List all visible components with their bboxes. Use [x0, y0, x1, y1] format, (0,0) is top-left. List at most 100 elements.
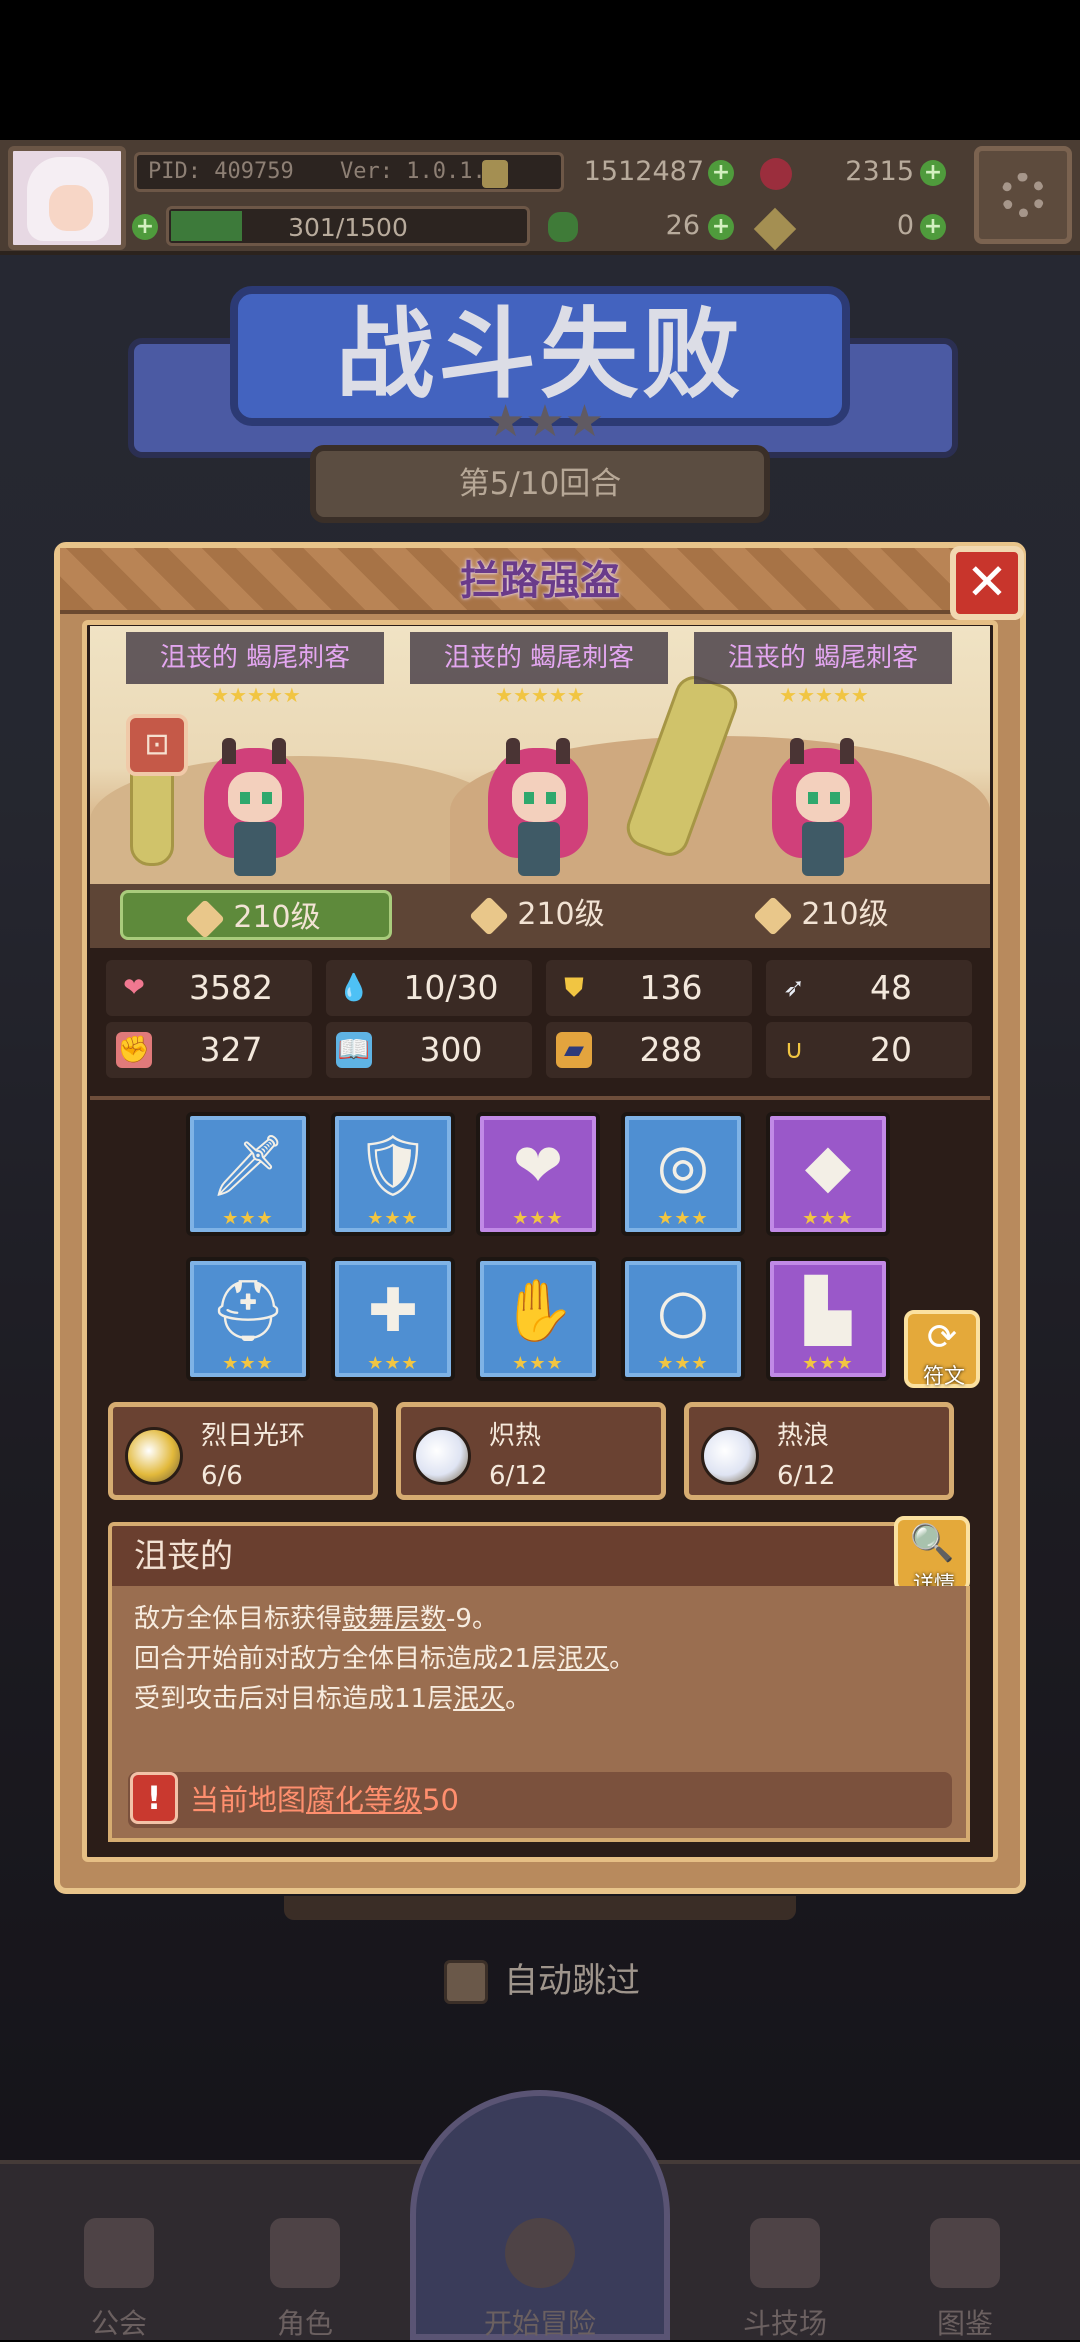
add-key-button[interactable]: + — [920, 214, 946, 240]
enemy-level-tab[interactable]: 210级 — [430, 890, 650, 940]
codex-icon — [930, 2218, 1000, 2288]
buff-name: 热浪 — [777, 1421, 830, 1451]
affix-line: 敌方全体目标获得鼓舞层数-9。 — [134, 1604, 498, 1634]
affix-title: 沮丧的 — [134, 1536, 233, 1575]
round-counter: 第5/10回合 — [310, 445, 770, 523]
gold-amount: 1512487 — [583, 156, 704, 187]
sword-icon: 🗡 — [209, 1131, 287, 1201]
equipment-stars: ★★★ — [367, 1353, 419, 1374]
keyword-link[interactable]: 泯灭 — [453, 1684, 505, 1714]
stat-magic: 📖 300 — [326, 1022, 532, 1078]
rune-swap-icon: ⟳ — [926, 1317, 958, 1358]
ring-icon: ○ — [656, 1276, 710, 1346]
buff-card[interactable]: 烈日光环 6/6 — [108, 1402, 378, 1500]
stat-hp: ❤ 3582 — [106, 960, 312, 1016]
armor-icon: ▰ — [556, 1032, 592, 1068]
equipment-slot[interactable]: ⛑ ★★★ — [186, 1257, 310, 1381]
horseshoe-icon: ∪ — [784, 1035, 804, 1065]
magnifier-icon: 🔍 — [909, 1523, 955, 1564]
affix-line: 受到攻击后对目标造成11层泯灭。 — [134, 1684, 532, 1714]
stat-armor: ▰ 288 — [546, 1022, 752, 1078]
enemy-level-tab[interactable]: 210级 — [714, 890, 934, 940]
enemy-rank-icon: ⊡ — [126, 714, 188, 776]
warning-icon: ! — [130, 1772, 178, 1824]
add-gem-button[interactable]: + — [920, 160, 946, 186]
enemy-level: 210级 — [517, 897, 605, 932]
claw-icon — [753, 895, 794, 936]
corruption-text: 当前地图腐化等级50 — [190, 1783, 459, 1817]
auto-skip-checkbox[interactable] — [444, 1960, 488, 2004]
orb-icon: ◎ — [656, 1131, 710, 1201]
buff-count: 6/6 — [201, 1461, 243, 1491]
equipment-stars: ★★★ — [802, 1353, 854, 1374]
gem-icon — [760, 158, 792, 190]
clover-icon — [548, 212, 578, 242]
wing-icon: ➶ — [783, 973, 805, 1003]
buff-name: 炽热 — [489, 1421, 542, 1451]
keyword-link[interactable]: 鼓舞层数 — [342, 1604, 446, 1634]
buff-card[interactable]: 炽热 6/12 — [396, 1402, 666, 1500]
equipment-stars: ★★★ — [222, 1208, 274, 1229]
necklace-icon: ❤ — [512, 1131, 564, 1201]
equipment-stars: ★★★ — [222, 1353, 274, 1374]
equipment-stars: ★★★ — [657, 1353, 709, 1374]
panel-shadow — [284, 1896, 796, 1920]
nav-character[interactable]: 角色 — [230, 2210, 380, 2340]
equipment-slot[interactable]: ✚ ★★★ — [331, 1257, 455, 1381]
add-energy-button[interactable]: + — [132, 214, 158, 240]
nav-arena[interactable]: 斗技场 — [710, 2210, 860, 2340]
equipment-slot[interactable]: ○ ★★★ — [621, 1257, 745, 1381]
equipment-slot[interactable]: ❤ ★★★ — [476, 1112, 600, 1236]
equipment-slot[interactable]: 🗡 ★★★ — [186, 1112, 310, 1236]
character-icon — [270, 2218, 340, 2288]
add-gold-button[interactable]: + — [708, 160, 734, 186]
equipment-stars: ★★★ — [657, 1208, 709, 1229]
buff-count: 6/12 — [489, 1461, 548, 1491]
enemy-name: 沮丧的 蝎尾刺客 — [126, 632, 384, 684]
equipment-slot[interactable]: 🛡 ★★★ — [331, 1112, 455, 1236]
rune-label: 符文 — [923, 1364, 965, 1388]
player-avatar[interactable] — [8, 146, 126, 250]
clover-amount: 26 — [665, 210, 700, 241]
enemy-sprite[interactable] — [204, 738, 304, 878]
equipment-stars: ★★★ — [512, 1208, 564, 1229]
equipment-slot[interactable]: ✋ ★★★ — [476, 1257, 600, 1381]
gem-amount: 2315 — [845, 156, 914, 187]
heart-icon: ❤ — [123, 973, 145, 1003]
search-icon — [505, 2218, 575, 2288]
equipment-slot[interactable]: ◎ ★★★ — [621, 1112, 745, 1236]
nav-codex[interactable]: 图鉴 — [890, 2210, 1040, 2340]
enemy-level: 210级 — [801, 897, 889, 932]
nav-adventure[interactable]: 开始冒险 — [465, 2210, 615, 2340]
stat-attack: ✊ 327 — [106, 1022, 312, 1078]
shield-icon: ⛊ — [564, 973, 584, 1003]
stat-speed: ➶ 48 — [766, 960, 972, 1016]
claw-icon — [469, 895, 510, 936]
enemy-level-tab-active[interactable]: 210级 — [120, 890, 392, 940]
coin-icon — [482, 160, 508, 188]
equipment-stars: ★★★ — [512, 1353, 564, 1374]
enemy-level: 210级 — [233, 900, 321, 935]
keyword-link[interactable]: 泯灭 — [557, 1644, 609, 1674]
equipment-slot[interactable]: ◆ ★★★ — [766, 1112, 890, 1236]
result-stars: ★★★ — [485, 396, 605, 447]
shield-icon: 🛡 — [354, 1131, 432, 1201]
gloves-icon: ✋ — [500, 1276, 576, 1346]
equipment-slot[interactable]: ▙ ★★★ — [766, 1257, 890, 1381]
keyword-link[interactable]: 腐化等级 — [306, 1783, 422, 1817]
enemy-name: 沮丧的 蝎尾刺客 — [410, 632, 668, 684]
guild-icon — [84, 2218, 154, 2288]
settings-button[interactable] — [974, 146, 1072, 244]
enemy-stars: ★★★★★ — [495, 683, 585, 707]
enemy-sprite[interactable] — [772, 738, 872, 878]
enemy-sprite[interactable] — [488, 738, 588, 878]
nav-guild[interactable]: 公会 — [44, 2210, 194, 2340]
add-clover-button[interactable]: + — [708, 214, 734, 240]
buff-card[interactable]: 热浪 6/12 — [684, 1402, 954, 1500]
enemy-name: 沮丧的 蝎尾刺客 — [694, 632, 952, 684]
claw-icon — [185, 898, 226, 939]
close-button[interactable]: ✕ — [950, 546, 1024, 620]
affix-line: 回合开始前对敌方全体目标造成21层泯灭。 — [134, 1644, 636, 1674]
fist-icon: ✊ — [116, 1032, 152, 1068]
xp-text: 301/1500 — [288, 213, 408, 242]
